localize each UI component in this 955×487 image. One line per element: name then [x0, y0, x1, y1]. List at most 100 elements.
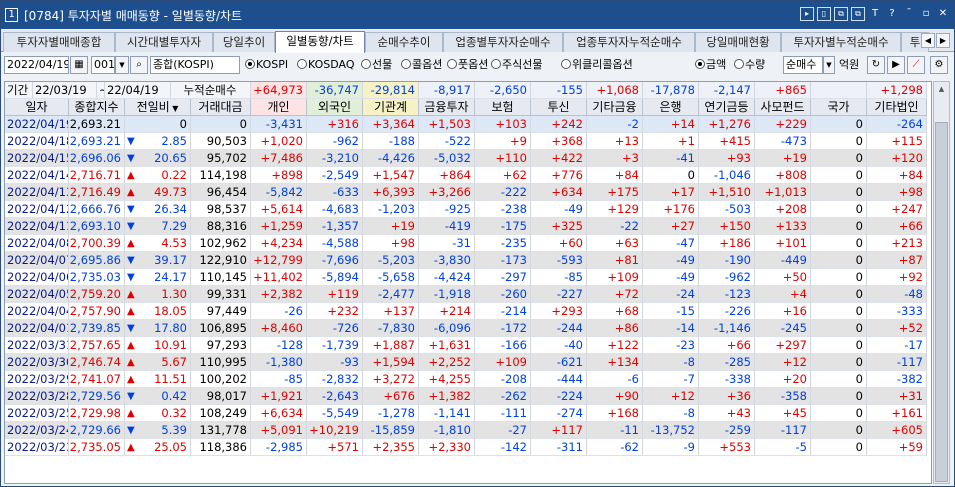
close-icon[interactable]: ✕	[936, 7, 950, 21]
minimize-icon[interactable]: ˉ	[902, 7, 916, 21]
mode-select[interactable]: 순매수	[783, 56, 823, 74]
radio-kospi[interactable]: KOSPI	[245, 58, 288, 72]
radio-call-option[interactable]: 콜옵션	[401, 58, 442, 72]
table-row[interactable]: 2022/03/23 2,735.05 ▲ 25.05 118,386 -2,985 +57…	[5, 439, 927, 456]
table-cell: -4,683	[307, 201, 363, 218]
table-row[interactable]: 2022/04/07 2,695.86 ▼ 39.17 122,910 +12,799 -7…	[5, 252, 927, 269]
table-row[interactable]: 2022/04/19 2,693.21 0 0 -3,431 +316 +3,364 +1,5…	[5, 116, 927, 133]
table-cell: +605	[867, 422, 927, 439]
column-header[interactable]: 보험	[475, 99, 531, 116]
radio-quantity[interactable]: 수량	[734, 58, 765, 72]
memo-icon[interactable]: ▯	[817, 7, 831, 21]
font-icon[interactable]: T	[868, 7, 882, 21]
radio-put-option[interactable]: 풋옵션	[447, 58, 488, 72]
tab-2[interactable]: 시간대별투자자	[115, 32, 213, 52]
period-from[interactable]: 22/03/19	[33, 82, 97, 99]
tab-6[interactable]: 업종별투자자순매수	[443, 32, 563, 52]
search-icon[interactable]: ⌕	[130, 56, 148, 74]
table-cell: -6,096	[419, 320, 475, 337]
tab-9[interactable]: 투자자별누적순매수	[781, 32, 901, 52]
table-cell: +316	[307, 116, 363, 133]
radio-weekly-call-option[interactable]: 위클리콜옵션	[561, 58, 633, 72]
column-header[interactable]: 투신	[531, 99, 587, 116]
tab-7[interactable]: 업종투자자누적순매수	[563, 32, 695, 52]
scroll-up-icon[interactable]: ▲	[935, 82, 948, 96]
refresh-icon[interactable]: ↻	[867, 56, 885, 74]
tab-5[interactable]: 순매수추이	[365, 32, 443, 52]
table-row[interactable]: 2022/04/05 2,759.20 ▲ 1.30 99,331 +2,382 +119-…	[5, 286, 927, 303]
radio-futures[interactable]: 선물	[361, 58, 392, 72]
table-cell: -5,658	[363, 269, 419, 286]
table-row[interactable]: 2022/04/04 2,757.90 ▲ 18.05 97,449 -26 +232 +13…	[5, 303, 927, 320]
table-row[interactable]: 2022/03/31 2,757.65 ▲ 10.91 97,293 -128 -1,739…	[5, 337, 927, 354]
column-header[interactable]: 기타법인	[867, 99, 927, 116]
chart-icon[interactable]: ⟋	[907, 56, 925, 74]
table-cell: 2022/04/07	[5, 252, 69, 269]
tab-1[interactable]: 투자자별매매종합	[3, 32, 115, 52]
table-row[interactable]: 2022/04/15 2,696.06 ▼ 20.65 95,702 +7,486 -3,2…	[5, 150, 927, 167]
data-grid[interactable]: 기간22/03/19~22/04/19누적순매수+64,973-36,747-2…	[4, 81, 932, 484]
table-cell: +66	[699, 337, 755, 354]
column-header[interactable]: 사모펀드	[755, 99, 811, 116]
date-field[interactable]: 2022/04/19	[4, 56, 69, 74]
table-cell: 2022/04/04	[5, 303, 69, 320]
code-dropdown-icon[interactable]: ▼	[115, 56, 129, 74]
settings-icon[interactable]: ⚙	[930, 56, 948, 74]
table-cell: ▼ 2.85	[125, 133, 191, 150]
column-header[interactable]: 일자	[5, 99, 69, 116]
cum-value: -17,878	[643, 82, 699, 99]
next-icon[interactable]: ▶	[887, 56, 905, 74]
code-field[interactable]: 001	[91, 56, 115, 74]
tab-3[interactable]: 당일추이	[213, 32, 275, 52]
vertical-scrollbar[interactable]: ▲	[933, 81, 950, 484]
table-row[interactable]: 2022/04/08 2,700.39 ▲ 4.53 102,962 +4,234 -4,5…	[5, 235, 927, 252]
change-value: 24.17	[154, 270, 187, 284]
table-row[interactable]: 2022/03/25 2,729.98 ▲ 0.32 108,249 +6,634 -5,5…	[5, 405, 927, 422]
column-header[interactable]: 은행	[643, 99, 699, 116]
tab-next-icon[interactable]: ▶	[936, 33, 950, 48]
restore-icon[interactable]: ⧉	[834, 7, 848, 21]
column-header[interactable]: 기관계	[363, 99, 419, 116]
column-header[interactable]: 금융투자	[419, 99, 475, 116]
table-row[interactable]: 2022/04/12 2,666.76 ▼ 26.34 98,537 +5,614 -4,6…	[5, 201, 927, 218]
title-bar[interactable]: 1 [0784] 투자자별 매매동향 - 일별동향/차트 ▸ ▯ ⧉ ⧉ T? ˉ ▫ ✕	[1, 1, 954, 29]
table-row[interactable]: 2022/03/30 2,746.74 ▲ 5.67 110,995 -1,380 -93 +…	[5, 354, 927, 371]
table-row[interactable]: 2022/04/01 2,739.85 ▼ 17.80 106,895 +8,460 -72…	[5, 320, 927, 337]
calendar-icon[interactable]: ▦	[70, 56, 88, 74]
table-row[interactable]: 2022/03/29 2,741.07 ▲ 11.51 100,202 -85 -2,832…	[5, 371, 927, 388]
tab-prev-icon[interactable]: ◀	[921, 33, 935, 48]
column-header[interactable]: 국가	[811, 99, 867, 116]
up-arrow-icon: ▲	[127, 238, 135, 249]
table-cell: -188	[363, 133, 419, 150]
table-row[interactable]: 2022/04/14 2,716.71 ▲ 0.22 114,198 +898 -2,549…	[5, 167, 927, 184]
help-icon[interactable]: ?	[885, 7, 899, 21]
column-header[interactable]: 연기금등	[699, 99, 755, 116]
column-header-label: 외국인	[317, 100, 352, 114]
tab-4[interactable]: 일별동향/차트	[275, 31, 365, 53]
scroll-thumb[interactable]	[935, 122, 948, 482]
column-header[interactable]: 개인	[251, 99, 307, 116]
radio-stock-futures[interactable]: 주식선물	[491, 58, 542, 72]
copy-icon[interactable]: ⧉	[851, 7, 865, 21]
pin-icon[interactable]: ▸	[800, 7, 814, 21]
period-to[interactable]: 22/04/19	[105, 82, 171, 99]
table-row[interactable]: 2022/03/24 2,729.66 ▼ 5.39 131,778 +5,091 +10,…	[5, 422, 927, 439]
tab-8[interactable]: 당일매매현황	[695, 32, 781, 52]
column-header[interactable]: 외국인	[307, 99, 363, 116]
column-header[interactable]: 거래대금	[191, 99, 251, 116]
mode-dropdown-icon[interactable]: ▼	[823, 56, 835, 74]
table-cell: -23	[643, 337, 699, 354]
radio-amount[interactable]: 금액	[695, 58, 726, 72]
maximize-icon[interactable]: ▫	[919, 7, 933, 21]
table-row[interactable]: 2022/04/06 2,735.03 ▼ 24.17 110,145 +11,402 -5…	[5, 269, 927, 286]
column-header[interactable]: 종합지수	[69, 99, 125, 116]
table-cell: +176	[643, 201, 699, 218]
column-header[interactable]: 기타금융	[587, 99, 643, 116]
sort-dropdown-icon[interactable]: ▼	[170, 104, 178, 113]
table-row[interactable]: 2022/03/28 2,729.56 ▼ 0.42 98,017 +1,921 -2,64…	[5, 388, 927, 405]
table-row[interactable]: 2022/04/11 2,693.10 ▼ 7.29 88,316 +1,259 -1,35…	[5, 218, 927, 235]
table-row[interactable]: 2022/04/18 2,693.21 ▼ 2.85 90,503 +1,020 -962-…	[5, 133, 927, 150]
table-row[interactable]: 2022/04/13 2,716.49 ▲ 49.73 96,454 -5,842 -633…	[5, 184, 927, 201]
radio-kosdaq[interactable]: KOSDAQ	[297, 58, 355, 72]
column-header[interactable]: 전일비 ▼	[125, 99, 191, 116]
